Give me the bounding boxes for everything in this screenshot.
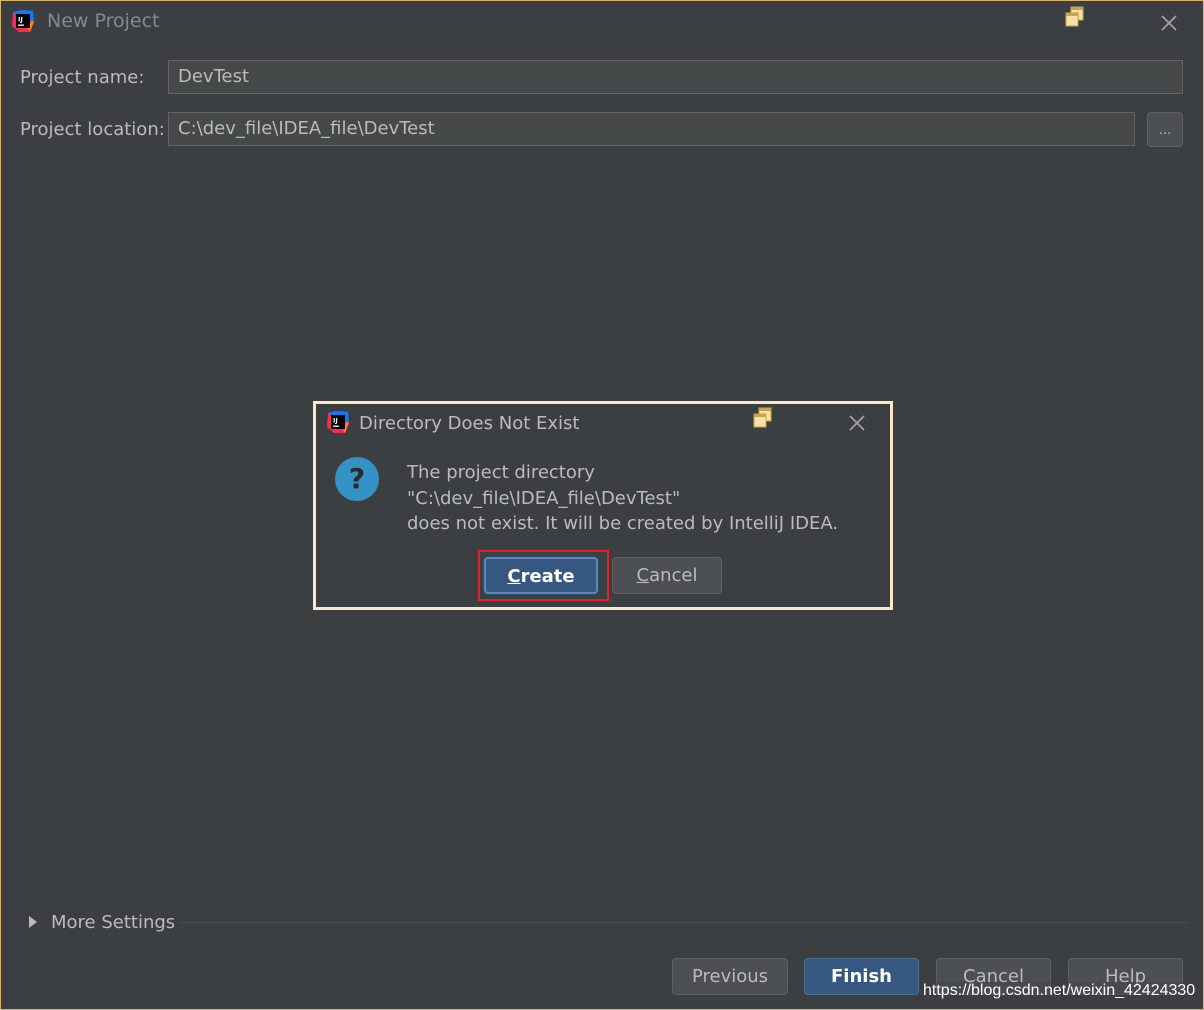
separator xyxy=(181,922,1187,923)
project-name-label: Project name: xyxy=(20,67,145,88)
more-settings-toggle[interactable]: More Settings xyxy=(23,907,175,937)
dialog-message-line: does not exist. It will be created by In… xyxy=(407,513,839,534)
create-label: reate xyxy=(520,566,575,587)
project-location-input[interactable]: C:\dev_file\IDEA_file\DevTest xyxy=(168,112,1135,146)
cancel-mnemonic: C xyxy=(636,565,650,586)
question-icon: ? xyxy=(335,457,379,501)
more-settings-label: More Settings xyxy=(51,911,176,933)
svg-text:IJ: IJ xyxy=(333,417,338,425)
dialog-message-line: The project directory xyxy=(407,462,595,483)
project-location-label: Project location: xyxy=(20,119,165,140)
browse-location-button[interactable]: ... xyxy=(1147,112,1183,147)
intellij-idea-icon: IJ xyxy=(327,411,349,433)
expand-triangle-icon xyxy=(29,916,37,928)
svg-text:?: ? xyxy=(349,462,365,495)
project-name-input[interactable]: DevTest xyxy=(168,60,1183,94)
close-icon[interactable] xyxy=(1159,13,1179,33)
dialog-cancel-button[interactable]: Cancel xyxy=(612,557,722,594)
dialog-title: Directory Does Not Exist xyxy=(359,413,580,434)
cancel-label: ancel xyxy=(649,565,698,586)
restore-window-icon[interactable] xyxy=(1065,6,1085,28)
previous-button[interactable]: Previous xyxy=(672,958,788,995)
create-mnemonic: C xyxy=(507,566,521,587)
dialog-message-line: "C:\dev_file\IDEA_file\DevTest" xyxy=(407,488,681,509)
watermark-url: https://blog.csdn.net/weixin_42424330 xyxy=(923,982,1196,1000)
window-title: New Project xyxy=(47,10,160,32)
directory-not-exist-dialog: IJ Directory Does Not Exist ? The projec… xyxy=(313,401,893,610)
svg-text:IJ: IJ xyxy=(18,16,23,24)
finish-button[interactable]: Finish xyxy=(804,958,919,995)
close-icon[interactable] xyxy=(847,413,867,433)
restore-window-icon[interactable] xyxy=(753,407,773,429)
create-button[interactable]: Create xyxy=(484,557,598,594)
intellij-idea-icon: IJ xyxy=(12,10,34,32)
title-bar: IJ New Project xyxy=(1,1,1203,45)
new-project-window: IJ New Project Project name: DevTest Pro… xyxy=(0,0,1204,1010)
